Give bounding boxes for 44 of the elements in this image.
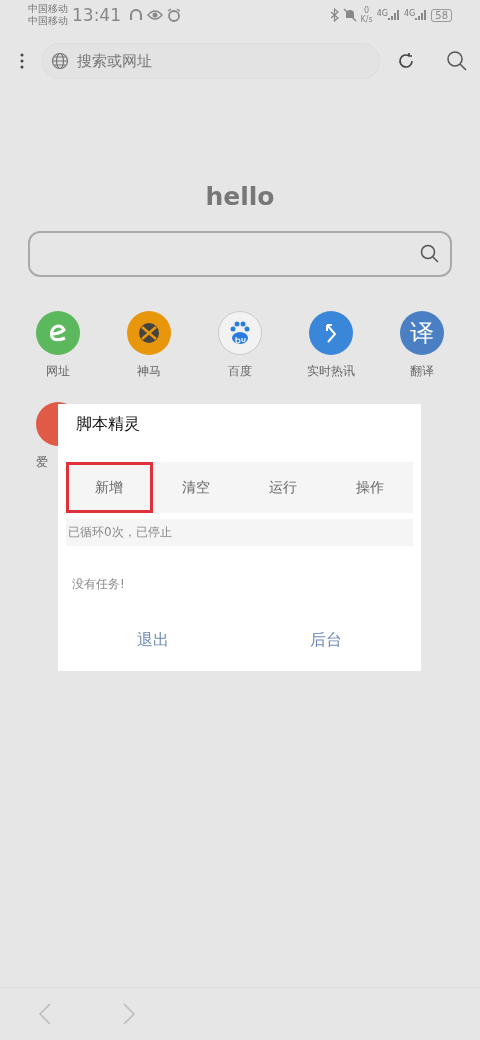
alarm-icon (167, 8, 181, 22)
address-placeholder: 搜索或网址 (77, 51, 152, 71)
search-icon[interactable] (446, 50, 468, 72)
shortcut-icon[interactable] (218, 311, 262, 355)
shortcut-label: 神马 (136, 363, 161, 380)
signal-icon (387, 9, 400, 21)
network-type: 4G (403, 9, 416, 18)
refresh-icon[interactable] (396, 51, 416, 71)
dialog-title: 脚本精灵 (75, 413, 141, 435)
muted-bell-icon (342, 8, 357, 22)
bluetooth-icon (329, 8, 339, 22)
headphones-icon (129, 8, 143, 22)
shortcut-icon[interactable]: 译 (400, 311, 445, 355)
dialog-tab[interactable]: 运行 (239, 462, 327, 513)
clock: 13:41 (72, 5, 121, 25)
ball-icon (137, 322, 160, 344)
shortcut-label: 翻译 (410, 363, 435, 380)
signal-icon (415, 9, 428, 21)
battery-level: 58 (431, 8, 452, 22)
network-type: 4G (376, 9, 388, 18)
dialog-button[interactable]: 后台 (239, 629, 413, 652)
translate-icon: 译 (410, 317, 435, 349)
shortcut-label: 实时热讯 (307, 363, 356, 380)
empty-message: 没有任务! (71, 576, 126, 593)
dialog-tab[interactable]: 清空 (152, 462, 240, 513)
shortcut-label: 爱 (36, 454, 48, 471)
dialog-button[interactable]: 退出 (66, 629, 240, 652)
address-bar[interactable]: 搜索或网址 (42, 43, 380, 79)
net-speed: 0 (364, 6, 370, 15)
shortcut-icon[interactable] (126, 311, 171, 355)
dialog-tab[interactable]: 新增 (66, 462, 153, 513)
carrier-label: 中国移动 (28, 15, 68, 27)
search-icon (420, 244, 440, 264)
net-speed-unit: K/s (360, 15, 373, 24)
eye-icon (147, 9, 163, 21)
shortcut-label: 百度 (228, 363, 252, 380)
dialog-tab[interactable]: 操作 (326, 462, 413, 513)
home-title: hello (204, 182, 276, 211)
status-text: 已循环0次，已停止 (66, 519, 413, 546)
search-field[interactable] (28, 231, 452, 277)
globe-icon (51, 52, 69, 70)
carrier-label: 中国移动 (28, 3, 68, 15)
shortcut-label: 网址 (45, 363, 70, 380)
shortcut-icon[interactable] (309, 311, 354, 355)
